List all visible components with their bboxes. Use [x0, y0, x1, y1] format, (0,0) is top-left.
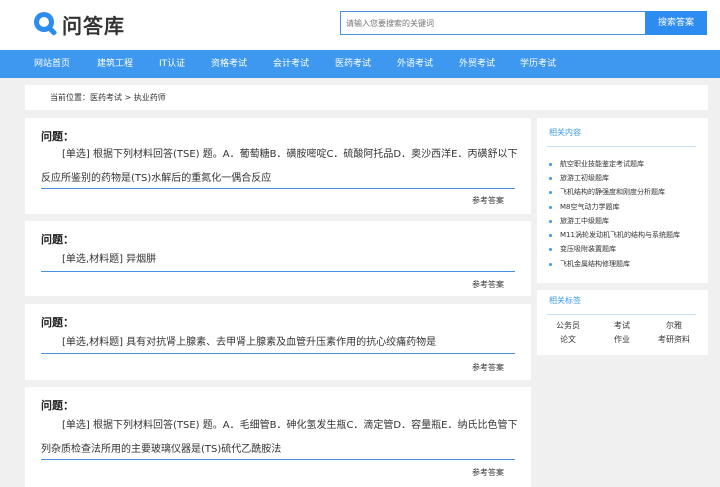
bullet-icon — [549, 247, 552, 251]
answer-link[interactable]: 参考答案 — [472, 195, 504, 206]
related-item[interactable]: 飞机金属结构修理题库 — [549, 259, 630, 269]
question-title: 问题： — [41, 399, 74, 412]
related-item[interactable]: 旅游工初级题库 — [549, 173, 609, 183]
related-tags-title: 相关标签 — [549, 296, 581, 305]
question-card: 问题： [单选,材料题] 具有对抗肾上腺素、去甲肾上腺素及血管升压素作用的抗心绞… — [25, 304, 531, 380]
nav-item-language[interactable]: 外语考试 — [397, 50, 433, 78]
breadcrumb: 当前位置：医药考试 > 执业药师 — [25, 85, 708, 110]
question-card: 问题： [单选] 根据下列材料回答(TSE) 题。A．毛细管B．砷化氢发生瓶C．… — [25, 387, 531, 487]
nav-item-degree[interactable]: 学历考试 — [520, 50, 556, 78]
question-divider — [41, 188, 515, 189]
answer-link[interactable]: 参考答案 — [472, 279, 504, 290]
question-title: 问题： — [41, 130, 74, 143]
question-divider — [41, 459, 515, 460]
question-title: 问题： — [41, 233, 74, 246]
bullet-icon — [549, 262, 552, 266]
question-card: 问题： [单选] 根据下列材料回答(TSE) 题。A．葡萄糖B．磺胺嘧啶C．硫酸… — [25, 118, 531, 214]
bullet-icon — [549, 219, 552, 223]
related-item[interactable]: 旅游工中级题库 — [549, 216, 609, 226]
related-content-panel: 相关内容 航空职业技能鉴定考试题库 旅游工初级题库 飞机结构的静强度和刚度分析题… — [537, 118, 708, 283]
related-item[interactable]: 航空职业技能鉴定考试题库 — [549, 159, 644, 169]
nav-item-medicine[interactable]: 医药考试 — [335, 50, 371, 78]
nav-item-accounting[interactable]: 会计考试 — [273, 50, 309, 78]
main-nav: 网站首页 建筑工程 IT认证 资格考试 会计考试 医药考试 外语考试 外贸考试 … — [0, 50, 720, 78]
question-card: 问题： [单选,材料题] 异烟肼 参考答案 — [25, 221, 531, 296]
related-item[interactable]: 飞机结构的静强度和刚度分析题库 — [549, 187, 665, 197]
bullet-icon — [549, 176, 552, 180]
tag-link[interactable]: 作业 — [597, 334, 647, 345]
related-item[interactable]: M11涡轮发动机飞机的结构与系统题库 — [549, 230, 680, 240]
nav-item-trade[interactable]: 外贸考试 — [459, 50, 495, 78]
bullet-icon — [549, 233, 552, 237]
panel-divider — [547, 314, 696, 315]
panel-divider — [547, 146, 696, 147]
search-button[interactable]: 搜索答案 — [645, 11, 707, 35]
tag-link[interactable]: 考试 — [597, 320, 647, 331]
tag-link[interactable]: 考研资料 — [649, 334, 699, 345]
related-content-title: 相关内容 — [549, 128, 581, 137]
bullet-icon — [549, 205, 552, 209]
question-text[interactable]: [单选,材料题] 具有对抗肾上腺素、去甲肾上腺素及血管升压素作用的抗心绞痛药物是 — [41, 331, 521, 355]
site-logo[interactable]: 问答库 — [32, 9, 125, 39]
tag-link[interactable]: 公务员 — [543, 320, 593, 331]
bullet-icon — [549, 190, 552, 194]
related-item[interactable]: 变压吸附装置题库 — [549, 244, 616, 254]
nav-item-qualification[interactable]: 资格考试 — [211, 50, 247, 78]
question-text[interactable]: [单选,材料题] 异烟肼 — [41, 248, 521, 272]
question-text[interactable]: [单选] 根据下列材料回答(TSE) 题。A．毛细管B．砷化氢发生瓶C．滴定管D… — [41, 414, 521, 462]
nav-item-it[interactable]: IT认证 — [159, 50, 185, 78]
nav-item-home[interactable]: 网站首页 — [34, 50, 70, 78]
search-input[interactable] — [340, 11, 645, 35]
bullet-icon — [549, 162, 552, 166]
site-header: 问答库 搜索答案 — [0, 0, 720, 50]
tag-link[interactable]: 尔雅 — [649, 320, 699, 331]
related-tags-panel: 相关标签 公务员 考试 尔雅 论文 作业 考研资料 — [537, 290, 708, 355]
related-item[interactable]: M8空气动力学题库 — [549, 202, 620, 212]
question-text[interactable]: [单选] 根据下列材料回答(TSE) 题。A．葡萄糖B．磺胺嘧啶C．硫酸阿托品D… — [41, 143, 521, 191]
question-title: 问题： — [41, 316, 74, 329]
answer-link[interactable]: 参考答案 — [472, 362, 504, 373]
logo-text: 问答库 — [62, 13, 125, 38]
logo-magnifier-icon — [32, 10, 60, 38]
nav-item-construction[interactable]: 建筑工程 — [97, 50, 133, 78]
answer-link[interactable]: 参考答案 — [472, 467, 504, 478]
tag-link[interactable]: 论文 — [543, 334, 593, 345]
question-divider — [41, 353, 515, 354]
question-divider — [41, 271, 515, 272]
